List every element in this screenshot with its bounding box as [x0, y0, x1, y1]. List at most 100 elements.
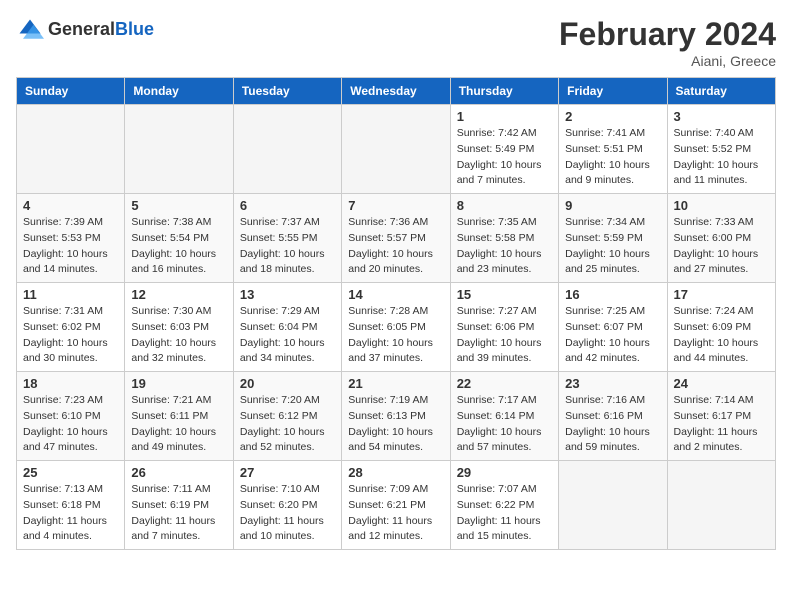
- day-cell: [17, 105, 125, 194]
- day-cell: 25Sunrise: 7:13 AMSunset: 6:18 PMDayligh…: [17, 461, 125, 550]
- day-number: 9: [565, 198, 660, 213]
- day-cell: 5Sunrise: 7:38 AMSunset: 5:54 PMDaylight…: [125, 194, 233, 283]
- day-cell: 27 Sunrise: 7:10 AMSunset: 6:20 PMDayligh…: [233, 461, 341, 550]
- day-info: Sunrise: 7:28 AMSunset: 6:05 PMDaylight:…: [348, 304, 443, 367]
- day-number: 22: [457, 376, 552, 391]
- day-cell: 8 Sunrise: 7:35 AMSunset: 5:58 PMDaylight…: [450, 194, 558, 283]
- day-info: Sunrise: 7:11 AMSunset: 6:19 PMDaylight:…: [131, 482, 226, 545]
- day-cell: [667, 461, 775, 550]
- day-info: Sunrise: 7:17 AMSunset: 6:14 PMDaylight:…: [457, 393, 552, 456]
- day-cell: 19Sunrise: 7:21 AMSunset: 6:11 PMDayligh…: [125, 372, 233, 461]
- day-cell: 11 Sunrise: 7:31 AMSunset: 6:02 PMDayligh…: [17, 283, 125, 372]
- day-number: 21: [348, 376, 443, 391]
- day-number: 14: [348, 287, 443, 302]
- day-number: 8: [457, 198, 552, 213]
- day-number: 24: [674, 376, 769, 391]
- day-number: 10: [674, 198, 769, 213]
- col-header-tuesday: Tuesday: [233, 78, 341, 105]
- week-row-3: 11 Sunrise: 7:31 AMSunset: 6:02 PMDayligh…: [17, 283, 776, 372]
- day-info: Sunrise: 7:30 AMSunset: 6:03 PMDaylight:…: [131, 304, 226, 367]
- day-info: Sunrise: 7:19 AMSunset: 6:13 PMDaylight:…: [348, 393, 443, 456]
- day-cell: 28 Sunrise: 7:09 AMSunset: 6:21 PMDayligh…: [342, 461, 450, 550]
- day-number: 1: [457, 109, 552, 124]
- day-cell: 4 Sunrise: 7:39 AMSunset: 5:53 PMDaylight…: [17, 194, 125, 283]
- day-info: Sunrise: 7:39 AMSunset: 5:53 PMDaylight:…: [23, 215, 118, 278]
- day-cell: 7 Sunrise: 7:36 AMSunset: 5:57 PMDaylight…: [342, 194, 450, 283]
- day-cell: 23 Sunrise: 7:16 AMSunset: 6:16 PMDayligh…: [559, 372, 667, 461]
- day-number: 4: [23, 198, 118, 213]
- location: Aiani, Greece: [559, 53, 776, 69]
- day-info: Sunrise: 7:33 AMSunset: 6:00 PMDaylight:…: [674, 215, 769, 278]
- day-cell: 9 Sunrise: 7:34 AMSunset: 5:59 PMDaylight…: [559, 194, 667, 283]
- day-info: Sunrise: 7:40 AMSunset: 5:52 PMDaylight:…: [674, 126, 769, 189]
- day-cell: 2 Sunrise: 7:41 AMSunset: 5:51 PMDaylight…: [559, 105, 667, 194]
- page-header: GeneralBlue February 2024 Aiani, Greece: [16, 16, 776, 69]
- week-row-5: 25Sunrise: 7:13 AMSunset: 6:18 PMDayligh…: [17, 461, 776, 550]
- week-row-4: 18Sunrise: 7:23 AMSunset: 6:10 PMDayligh…: [17, 372, 776, 461]
- day-number: 29: [457, 465, 552, 480]
- col-header-sunday: Sunday: [17, 78, 125, 105]
- col-header-friday: Friday: [559, 78, 667, 105]
- day-info: Sunrise: 7:10 AMSunset: 6:20 PMDaylight:…: [240, 482, 335, 545]
- day-number: 25: [23, 465, 118, 480]
- day-info: Sunrise: 7:36 AMSunset: 5:57 PMDaylight:…: [348, 215, 443, 278]
- logo-blue-text: Blue: [115, 19, 154, 39]
- day-number: 18: [23, 376, 118, 391]
- title-area: February 2024 Aiani, Greece: [559, 16, 776, 69]
- day-cell: 26Sunrise: 7:11 AMSunset: 6:19 PMDayligh…: [125, 461, 233, 550]
- day-info: Sunrise: 7:25 AMSunset: 6:07 PMDaylight:…: [565, 304, 660, 367]
- day-cell: [559, 461, 667, 550]
- day-cell: 10 Sunrise: 7:33 AMSunset: 6:00 PMDayligh…: [667, 194, 775, 283]
- day-cell: 14 Sunrise: 7:28 AMSunset: 6:05 PMDayligh…: [342, 283, 450, 372]
- day-info: Sunrise: 7:37 AMSunset: 5:55 PMDaylight:…: [240, 215, 335, 278]
- calendar-header: SundayMondayTuesdayWednesdayThursdayFrid…: [17, 78, 776, 105]
- day-number: 23: [565, 376, 660, 391]
- day-cell: [342, 105, 450, 194]
- day-info: Sunrise: 7:24 AMSunset: 6:09 PMDaylight:…: [674, 304, 769, 367]
- day-info: Sunrise: 7:34 AMSunset: 5:59 PMDaylight:…: [565, 215, 660, 278]
- day-info: Sunrise: 7:09 AMSunset: 6:21 PMDaylight:…: [348, 482, 443, 545]
- day-number: 20: [240, 376, 335, 391]
- calendar-table: SundayMondayTuesdayWednesdayThursdayFrid…: [16, 77, 776, 550]
- day-number: 17: [674, 287, 769, 302]
- day-cell: 22 Sunrise: 7:17 AMSunset: 6:14 PMDayligh…: [450, 372, 558, 461]
- logo: GeneralBlue: [16, 16, 154, 44]
- day-info: Sunrise: 7:38 AMSunset: 5:54 PMDaylight:…: [131, 215, 226, 278]
- logo-general: General: [48, 19, 115, 39]
- day-cell: 20Sunrise: 7:20 AMSunset: 6:12 PMDayligh…: [233, 372, 341, 461]
- day-info: Sunrise: 7:41 AMSunset: 5:51 PMDaylight:…: [565, 126, 660, 189]
- day-info: Sunrise: 7:42 AMSunset: 5:49 PMDaylight:…: [457, 126, 552, 189]
- day-cell: 18Sunrise: 7:23 AMSunset: 6:10 PMDayligh…: [17, 372, 125, 461]
- day-cell: [125, 105, 233, 194]
- calendar-body: 1 Sunrise: 7:42 AMSunset: 5:49 PMDaylight…: [17, 105, 776, 550]
- day-cell: 16 Sunrise: 7:25 AMSunset: 6:07 PMDayligh…: [559, 283, 667, 372]
- day-info: Sunrise: 7:35 AMSunset: 5:58 PMDaylight:…: [457, 215, 552, 278]
- col-header-saturday: Saturday: [667, 78, 775, 105]
- day-number: 7: [348, 198, 443, 213]
- day-cell: 12Sunrise: 7:30 AMSunset: 6:03 PMDayligh…: [125, 283, 233, 372]
- col-header-thursday: Thursday: [450, 78, 558, 105]
- day-number: 16: [565, 287, 660, 302]
- day-number: 28: [348, 465, 443, 480]
- col-header-wednesday: Wednesday: [342, 78, 450, 105]
- day-cell: 24 Sunrise: 7:14 AMSunset: 6:17 PMDayligh…: [667, 372, 775, 461]
- day-info: Sunrise: 7:29 AMSunset: 6:04 PMDaylight:…: [240, 304, 335, 367]
- col-header-monday: Monday: [125, 78, 233, 105]
- day-cell: 3Sunrise: 7:40 AMSunset: 5:52 PMDaylight…: [667, 105, 775, 194]
- day-cell: 13Sunrise: 7:29 AMSunset: 6:04 PMDayligh…: [233, 283, 341, 372]
- day-number: 2: [565, 109, 660, 124]
- day-info: Sunrise: 7:16 AMSunset: 6:16 PMDaylight:…: [565, 393, 660, 456]
- month-title: February 2024: [559, 16, 776, 53]
- day-info: Sunrise: 7:31 AMSunset: 6:02 PMDaylight:…: [23, 304, 118, 367]
- day-cell: 29Sunrise: 7:07 AMSunset: 6:22 PMDayligh…: [450, 461, 558, 550]
- day-cell: 17 Sunrise: 7:24 AMSunset: 6:09 PMDayligh…: [667, 283, 775, 372]
- day-cell: 21 Sunrise: 7:19 AMSunset: 6:13 PMDayligh…: [342, 372, 450, 461]
- day-number: 11: [23, 287, 118, 302]
- day-number: 27: [240, 465, 335, 480]
- week-row-1: 1 Sunrise: 7:42 AMSunset: 5:49 PMDaylight…: [17, 105, 776, 194]
- day-cell: 15 Sunrise: 7:27 AMSunset: 6:06 PMDayligh…: [450, 283, 558, 372]
- day-info: Sunrise: 7:14 AMSunset: 6:17 PMDaylight:…: [674, 393, 769, 456]
- day-info: Sunrise: 7:27 AMSunset: 6:06 PMDaylight:…: [457, 304, 552, 367]
- day-number: 15: [457, 287, 552, 302]
- logo-icon: [16, 16, 44, 44]
